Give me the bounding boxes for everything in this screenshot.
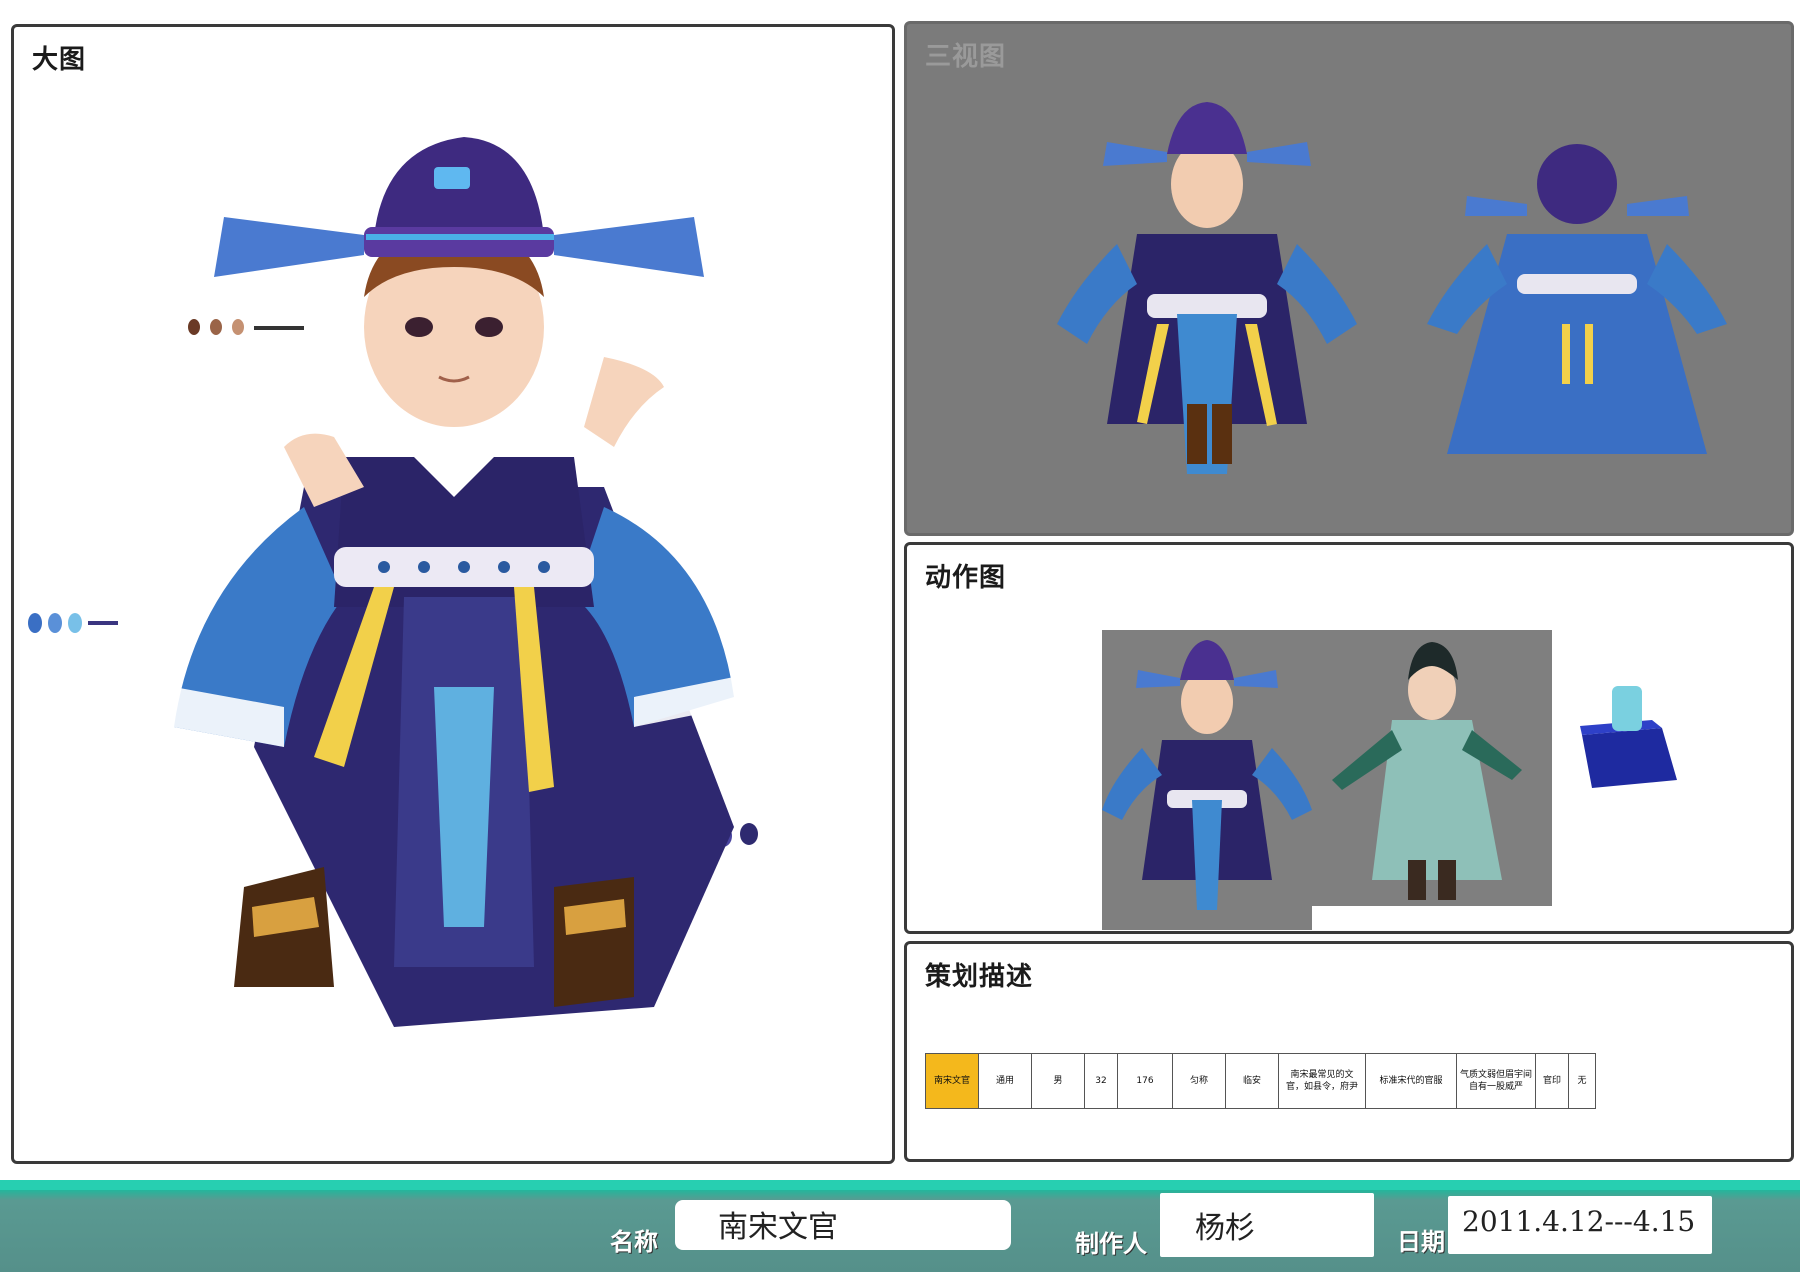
back-view-model — [1427, 144, 1727, 454]
date-label: 日期 — [1397, 1228, 1445, 1256]
table-cell: 男 — [1031, 1053, 1085, 1109]
name-value: 南宋文官 — [718, 1210, 838, 1245]
table-cell: 官印 — [1535, 1053, 1569, 1109]
table-cell: 气质文弱但眉宇间自有一股威严 — [1456, 1053, 1536, 1109]
three-view-panel: 三视图 — [904, 21, 1794, 536]
author-box — [1160, 1193, 1374, 1257]
scholar-official-illustration — [174, 137, 734, 1027]
table-cell: 32 — [1084, 1053, 1118, 1109]
table-cell: 176 — [1117, 1053, 1173, 1109]
table-cell: 匀称 — [1172, 1053, 1226, 1109]
table-cell: 通用 — [978, 1053, 1032, 1109]
table-cell: 临安 — [1225, 1053, 1279, 1109]
action-render-official — [1102, 630, 1312, 930]
official-seal-prop — [1572, 680, 1682, 790]
table-cell: 标准宋代的官服 — [1365, 1053, 1457, 1109]
table-cell-name: 南宋文官 — [925, 1053, 979, 1109]
main-panel-title: 大图 — [32, 45, 87, 75]
name-label: 名称 — [610, 1228, 658, 1256]
author-value: 杨杉 — [1195, 1211, 1255, 1246]
main-illustration-panel: 大图 — [11, 24, 895, 1164]
action-panel: 动作图 — [904, 542, 1794, 934]
action-panel-title: 动作图 — [925, 563, 1007, 593]
table-cell: 南宋最常见的文官，如县令，府尹 — [1278, 1053, 1366, 1109]
plan-description-panel: 策划描述 南宋文官 通用 男 32 176 匀称 临安 南宋最常见的文官，如县令… — [904, 941, 1794, 1162]
footer-top-strip — [0, 1180, 1800, 1190]
author-label: 制作人 — [1075, 1230, 1147, 1258]
action-render-scholar — [1312, 630, 1552, 906]
front-view-model — [1057, 102, 1357, 474]
table-cell: 无 — [1568, 1053, 1596, 1109]
character-spec-table: 南宋文官 通用 男 32 176 匀称 临安 南宋最常见的文官，如县令，府尹 标… — [925, 1053, 1596, 1109]
table-row: 南宋文官 通用 男 32 176 匀称 临安 南宋最常见的文官，如县令，府尹 标… — [925, 1053, 1596, 1109]
three-view-panel-title: 三视图 — [925, 42, 1007, 72]
plan-panel-title: 策划描述 — [925, 962, 1034, 992]
date-value: 2011.4.12---4.15 — [1462, 1205, 1696, 1238]
